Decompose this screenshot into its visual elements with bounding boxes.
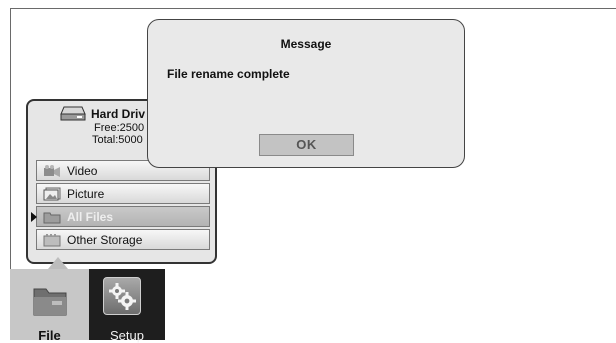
menu-item-label: Other Storage — [67, 233, 143, 247]
dialog-title: Message — [280, 37, 332, 51]
message-dialog: Message File rename complete OK — [147, 19, 465, 168]
folder-icon — [43, 212, 61, 224]
screen-border-top — [10, 8, 616, 9]
menu-item-label: All Files — [67, 210, 114, 224]
dialog-message: File rename complete — [167, 67, 290, 81]
menu-item-label: Picture — [67, 187, 105, 201]
storage-icon — [43, 234, 61, 247]
selection-pointer-icon — [31, 212, 37, 222]
drive-total-space: Total:5000 — [92, 134, 143, 146]
file-folder-icon — [33, 288, 67, 316]
tab-setup-label: Setup — [110, 328, 144, 343]
menu-item-picture[interactable]: Picture — [36, 183, 210, 204]
menu-item-other-storage[interactable]: Other Storage — [36, 229, 210, 250]
tab-setup[interactable]: Setup — [89, 269, 165, 343]
drive-title: Hard Driv — [91, 107, 146, 121]
tab-file[interactable]: File — [10, 269, 89, 343]
storage-menu: Video Picture All Files Other Storage — [31, 160, 210, 252]
video-icon — [44, 165, 60, 177]
picture-icon — [43, 187, 61, 201]
drive-free-space: Free:2500 — [94, 122, 145, 134]
menu-item-label: Video — [67, 164, 98, 178]
hard-drive-icon — [60, 106, 86, 121]
active-tab-pointer — [48, 257, 68, 269]
gear-icon — [103, 277, 141, 315]
tab-file-label: File — [38, 328, 61, 343]
menu-item-all-files[interactable]: All Files — [31, 206, 210, 227]
ok-button[interactable]: OK — [259, 134, 354, 156]
